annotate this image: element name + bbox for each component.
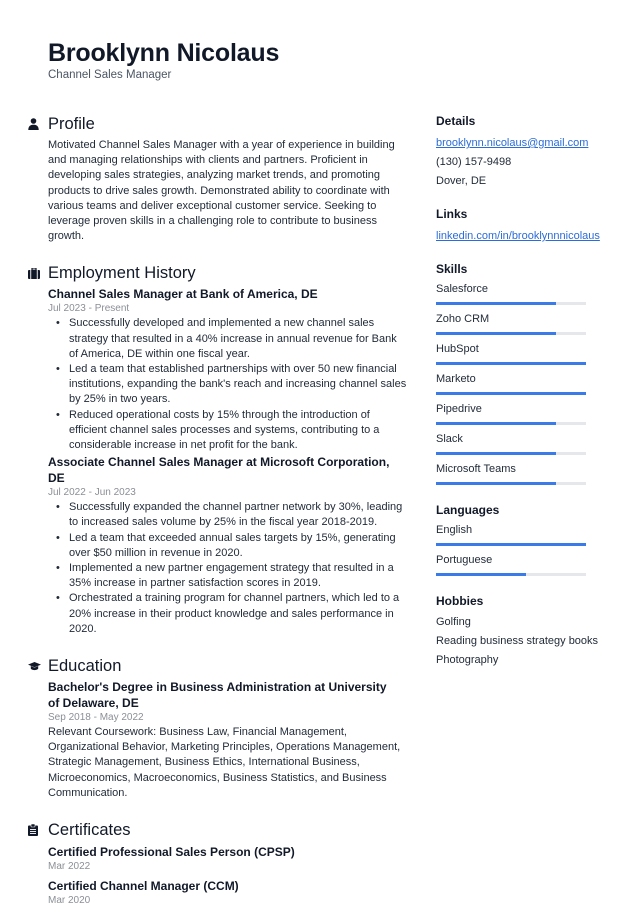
certificate-title: Certified Professional Sales Person (CPS… <box>48 845 295 860</box>
linkedin-link[interactable]: linkedin.com/in/brooklynnnicolaus <box>436 230 600 242</box>
language-level-bar <box>436 573 586 576</box>
job-bullets: Successfully developed and implemented a… <box>56 316 408 453</box>
job-entry: Channel Sales Manager at Bank of America… <box>48 286 408 453</box>
certificate-entry: Certified Channel Manager (CCM) Mar 2020 <box>48 878 408 908</box>
skill: Marketo <box>436 371 612 395</box>
language: English <box>436 522 612 546</box>
candidate-title: Channel Sales Manager <box>48 69 172 81</box>
skill-level-fill <box>436 422 556 425</box>
job-bullets: Successfully expanded the channel partne… <box>56 500 408 637</box>
skill-name: Salesforce <box>436 283 488 295</box>
certificate-entry: Certified Professional Sales Person (CPS… <box>48 844 408 874</box>
certificate-date: Mar 2020 <box>48 895 91 907</box>
job-bullet: Implemented a new partner engagement str… <box>56 561 408 591</box>
skill-level-fill <box>436 482 556 485</box>
skill-name: HubSpot <box>436 343 479 355</box>
languages-heading: Languages <box>436 503 500 517</box>
links-group: Links linkedin.com/in/brooklynnnicolaus <box>436 206 612 246</box>
skills-heading: Skills <box>436 262 468 276</box>
certificates-heading: Certificates <box>28 818 408 842</box>
hobby-item: Reading business strategy books <box>436 635 599 647</box>
certificate-title: Certified Channel Manager (CCM) <box>48 879 239 894</box>
location: Dover, DE <box>436 175 487 187</box>
certificate-date: Mar 2022 <box>48 861 91 873</box>
skill-name: Microsoft Teams <box>436 463 516 475</box>
main-column: Profile Motivated Channel Sales Manager … <box>28 112 408 908</box>
job-entry: Associate Channel Sales Manager at Micro… <box>48 454 408 637</box>
skill-level-bar <box>436 422 586 425</box>
skill: Slack <box>436 431 612 455</box>
details-heading: Details <box>436 114 476 128</box>
education-entry: Bachelor's Degree in Business Administra… <box>48 679 408 801</box>
clipboard-icon <box>28 824 48 837</box>
skill-name: Marketo <box>436 373 476 385</box>
certificates-section: Certificates Certified Professional Sale… <box>28 818 408 908</box>
skill: Microsoft Teams <box>436 461 612 485</box>
skills-group: Skills Salesforce Zoho CRM HubSpot Marketo P… <box>436 261 612 485</box>
job-title: Channel Sales Manager at Bank of America… <box>48 287 318 302</box>
education-dates: Sep 2018 - May 2022 <box>48 712 144 724</box>
user-icon <box>28 118 48 130</box>
job-bullet: Led a team that established partnerships… <box>56 362 408 408</box>
skill-level-fill <box>436 302 556 305</box>
skill-level-bar <box>436 332 586 335</box>
language-name: Portuguese <box>436 554 493 566</box>
hobby-item: Golfing <box>436 616 471 628</box>
skill: Zoho CRM <box>436 311 612 335</box>
skill-level-fill <box>436 332 556 335</box>
phone-number: (130) 157-9498 <box>436 156 512 168</box>
hobbies-group: Hobbies Golfing Reading business strateg… <box>436 593 612 670</box>
details-group: Details brooklynn.nicolaus@gmail.com (13… <box>436 113 612 191</box>
skills-list: Salesforce Zoho CRM HubSpot Marketo Pipedriv… <box>436 281 612 485</box>
resume-header: Brooklynn Nicolaus Channel Sales Manager <box>48 38 279 82</box>
languages-group: Languages English Portuguese <box>436 502 612 576</box>
skill-level-bar <box>436 302 586 305</box>
education-description: Relevant Coursework: Business Law, Finan… <box>48 726 401 799</box>
employment-section: Employment History Channel Sales Manager… <box>28 261 408 637</box>
links-heading: Links <box>436 207 468 221</box>
job-dates: Jul 2023 - Present <box>48 303 130 315</box>
language-name: English <box>436 524 473 536</box>
skill-name: Pipedrive <box>436 403 482 415</box>
profile-section: Profile Motivated Channel Sales Manager … <box>28 112 408 244</box>
employment-heading: Employment History <box>28 261 408 285</box>
skill: HubSpot <box>436 341 612 365</box>
job-dates: Jul 2022 - Jun 2023 <box>48 487 136 499</box>
job-bullet: Reduced operational costs by 15% through… <box>56 408 408 454</box>
candidate-name: Brooklynn Nicolaus <box>48 39 280 67</box>
hobby-item: Photography <box>436 654 499 666</box>
skill-level-fill <box>436 392 586 395</box>
language-level-fill <box>436 543 586 546</box>
sidebar: Details brooklynn.nicolaus@gmail.com (13… <box>436 113 612 685</box>
briefcase-icon <box>28 267 48 279</box>
email-link[interactable]: brooklynn.nicolaus@gmail.com <box>436 137 588 149</box>
skill-level-bar <box>436 482 586 485</box>
job-bullet: Orchestrated a training program for chan… <box>56 591 408 637</box>
skill-level-bar <box>436 392 586 395</box>
skill-level-bar <box>436 362 586 365</box>
skill-name: Zoho CRM <box>436 313 490 325</box>
profile-heading: Profile <box>28 112 408 136</box>
job-bullet: Led a team that exceeded annual sales ta… <box>56 531 408 561</box>
job-bullet: Successfully expanded the channel partne… <box>56 500 408 530</box>
graduation-cap-icon <box>28 661 48 671</box>
profile-summary: Motivated Channel Sales Manager with a y… <box>48 139 395 243</box>
skill-name: Slack <box>436 433 463 445</box>
job-bullet: Successfully developed and implemented a… <box>56 316 408 362</box>
skill: Salesforce <box>436 281 612 305</box>
education-section: Education Bachelor's Degree in Business … <box>28 654 408 801</box>
degree-title: Bachelor's Degree in Business Administra… <box>48 680 387 711</box>
job-title: Associate Channel Sales Manager at Micro… <box>48 455 390 486</box>
skill-level-fill <box>436 452 556 455</box>
hobbies-heading: Hobbies <box>436 594 484 608</box>
language: Portuguese <box>436 552 612 576</box>
languages-list: English Portuguese <box>436 522 612 576</box>
skill-level-fill <box>436 362 586 365</box>
education-heading: Education <box>28 654 408 678</box>
skill-level-bar <box>436 452 586 455</box>
skill: Pipedrive <box>436 401 612 425</box>
language-level-bar <box>436 543 586 546</box>
language-level-fill <box>436 573 526 576</box>
